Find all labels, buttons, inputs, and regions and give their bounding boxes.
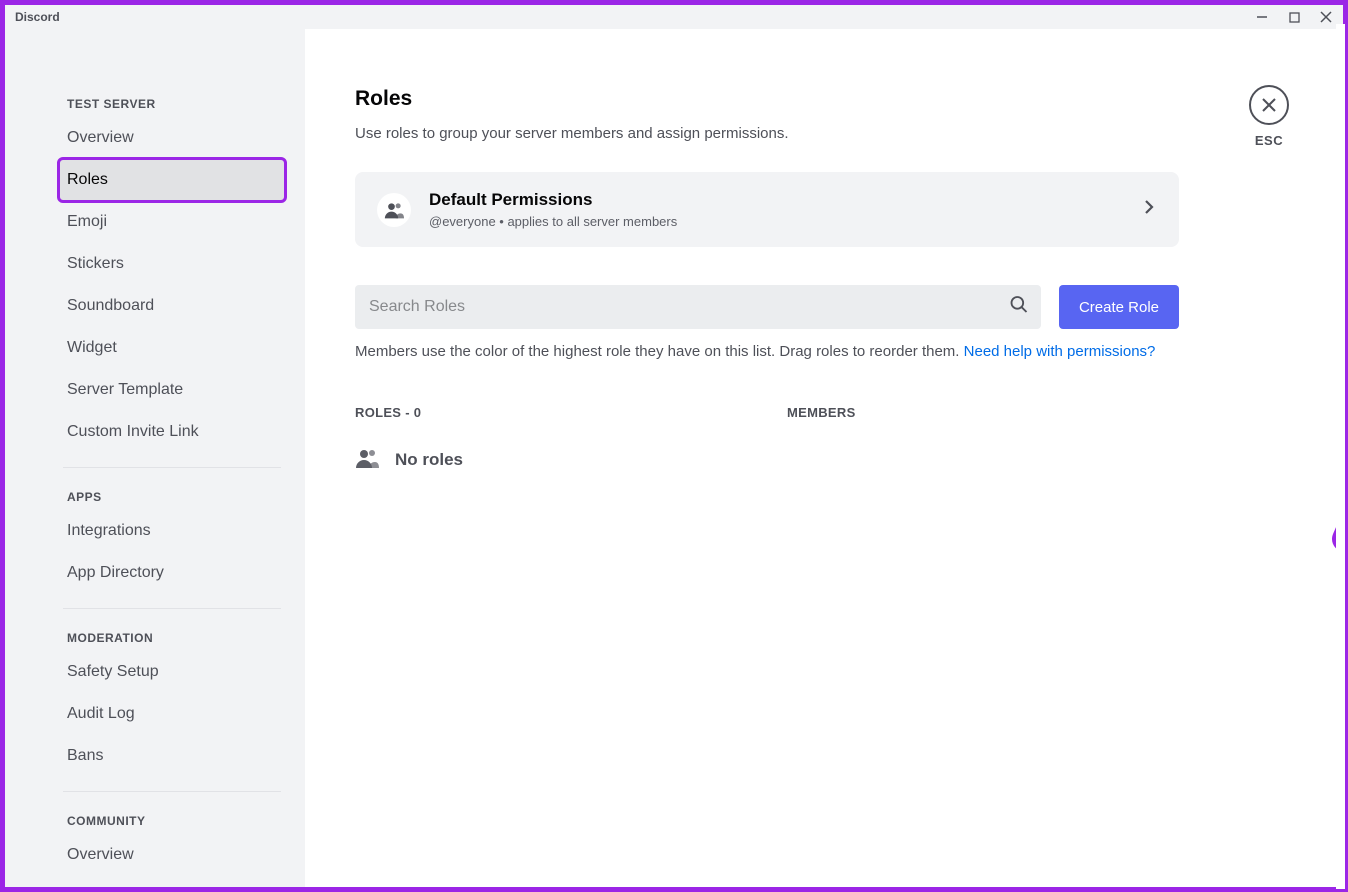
maximize-button[interactable] (1287, 10, 1301, 24)
sidebar-section-title: APPS (59, 482, 285, 510)
main-panel: ESC Roles Use roles to group your server… (305, 29, 1343, 887)
members-icon (355, 446, 379, 475)
settings-sidebar: TEST SERVEROverviewRolesEmojiStickersSou… (5, 29, 305, 887)
app-title: Discord (15, 10, 60, 24)
chevron-right-icon (1141, 199, 1157, 220)
close-icon (1320, 11, 1332, 23)
esc-label: ESC (1255, 133, 1283, 148)
search-roles-input[interactable] (355, 285, 1041, 329)
sidebar-divider (63, 467, 281, 468)
sidebar-item-roles[interactable]: Roles (59, 159, 285, 201)
close-settings-button[interactable]: ESC (1249, 85, 1289, 148)
sidebar-item-server-template[interactable]: Server Template (59, 369, 285, 411)
default-permissions-card[interactable]: Default Permissions @everyone • applies … (355, 172, 1179, 247)
sidebar-item-integrations[interactable]: Integrations (59, 510, 285, 552)
sidebar-item-widget[interactable]: Widget (59, 327, 285, 369)
members-icon (384, 200, 404, 220)
close-window-button[interactable] (1319, 10, 1333, 24)
no-roles-row: No roles (355, 446, 1303, 475)
create-role-button[interactable]: Create Role (1059, 285, 1179, 329)
sidebar-section-title: MODERATION (59, 623, 285, 651)
titlebar: Discord (5, 5, 1343, 29)
permissions-help-link[interactable]: Need help with permissions? (964, 343, 1156, 360)
minimize-button[interactable] (1255, 10, 1269, 24)
sidebar-item-stickers[interactable]: Stickers (59, 243, 285, 285)
sidebar-divider (63, 608, 281, 609)
sidebar-item-soundboard[interactable]: Soundboard (59, 285, 285, 327)
sidebar-item-app-directory[interactable]: App Directory (59, 552, 285, 594)
scrollbar[interactable] (1336, 24, 1345, 889)
members-icon-wrap (377, 193, 411, 227)
search-icon (1009, 295, 1029, 320)
sidebar-section-title: COMMUNITY (59, 806, 285, 834)
maximize-icon (1289, 12, 1300, 23)
sidebar-item-overview[interactable]: Overview (59, 117, 285, 159)
sidebar-item-emoji[interactable]: Emoji (59, 201, 285, 243)
roles-column-header: ROLES - 0 (355, 405, 787, 420)
members-column-header: MEMBERS (787, 405, 856, 420)
default-permissions-subtitle: @everyone • applies to all server member… (429, 214, 1123, 229)
sidebar-section-title: TEST SERVER (59, 89, 285, 117)
default-permissions-title: Default Permissions (429, 190, 1123, 210)
sidebar-divider (63, 791, 281, 792)
roles-hint: Members use the color of the highest rol… (355, 341, 1179, 363)
page-title: Roles (355, 87, 1303, 111)
sidebar-item-bans[interactable]: Bans (59, 735, 285, 777)
no-roles-label: No roles (395, 450, 463, 470)
close-icon (1260, 96, 1278, 114)
sidebar-item-safety-setup[interactable]: Safety Setup (59, 651, 285, 693)
minimize-icon (1256, 11, 1268, 23)
page-subtitle: Use roles to group your server members a… (355, 125, 1303, 142)
sidebar-item-custom-invite-link[interactable]: Custom Invite Link (59, 411, 285, 453)
sidebar-item-audit-log[interactable]: Audit Log (59, 693, 285, 735)
sidebar-item-overview[interactable]: Overview (59, 834, 285, 876)
